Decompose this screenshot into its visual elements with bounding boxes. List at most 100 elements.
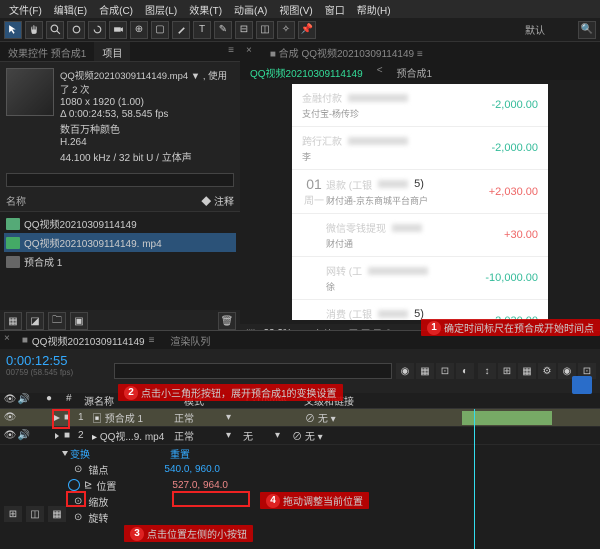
orbit-tool[interactable] — [67, 21, 85, 39]
tl-icon[interactable]: ⚙ — [538, 363, 556, 379]
layer-row-1[interactable]: 👁 ■ 1 ▣ 预合成 1 正常▾ ⊘ 无 ▾ — [0, 409, 600, 427]
timeline-footer: ⊞ ◫ ▦ — [4, 506, 66, 522]
puppet-tool[interactable]: 📌 — [298, 21, 316, 39]
menu-anim[interactable]: 动画(A) — [229, 2, 272, 17]
tl-icon[interactable]: ↕ — [478, 363, 496, 379]
tab-comp[interactable]: ■ 合成 QQ视频20210309114149 ≡ — [260, 42, 433, 62]
source-title: 数百万种颜色 — [60, 121, 234, 136]
project-item-comp[interactable]: QQ视频20210309114149 — [4, 214, 236, 233]
col-name[interactable]: 名称 — [6, 193, 201, 208]
breadcrumb-precomp[interactable]: 预合成1 — [387, 62, 443, 80]
tl-tab-comp[interactable]: ■ QQ视频20210309114149 ≡ — [14, 331, 163, 349]
project-item-precomp[interactable]: 预合成 1 — [4, 252, 236, 271]
breadcrumb-main[interactable]: QQ视频20210309114149 — [240, 62, 373, 80]
source-info: QQ视频20210309114149.mp4 ▼ , 使用了 2 次 1080 … — [0, 62, 240, 170]
layer-bar[interactable] — [462, 411, 552, 425]
annotation-1: 1确定时间标尺在预合成开始时间点 — [421, 319, 600, 336]
new-comp-icon[interactable]: ▣ — [70, 312, 88, 330]
item-label: QQ视频20210309114149 — [24, 216, 137, 231]
viewer-panel: × ■ 合成 QQ视频20210309114149 ≡ QQ视频20210309… — [240, 42, 600, 330]
menu-file[interactable]: 文件(F) — [4, 2, 47, 17]
depth-icon[interactable]: ◪ — [26, 312, 44, 330]
layer-row-2[interactable]: 👁🔊 ■ 2 ▸ QQ视...9. mp4 正常▾ 无▾ ⊘ 无 ▾ — [0, 427, 600, 445]
prop-rotation[interactable]: ⊙ 旋转 — [0, 509, 600, 525]
main-area: 效果控件 预合成1 项目 ≡ QQ视频20210309114149.mp4 ▼ … — [0, 42, 600, 330]
time-indicator[interactable] — [474, 409, 475, 549]
trash-icon[interactable]: 🗑 — [218, 312, 236, 330]
menubar: 文件(F) 编辑(E) 合成(C) 图层(L) 效果(T) 动画(A) 视图(V… — [0, 0, 600, 18]
tl-footer-btn[interactable]: ◫ — [26, 506, 44, 522]
annotation-2: 2点击小三角形按钮，展开预合成1的变换设置 — [118, 384, 343, 401]
zoom-tool[interactable] — [46, 21, 64, 39]
speaker-icon[interactable]: 🔊 — [18, 393, 30, 405]
item-label: 预合成 1 — [24, 254, 62, 269]
menu-layer[interactable]: 图层(L) — [140, 2, 182, 17]
project-tree: QQ视频20210309114149 QQ视频20210309114149. m… — [0, 212, 240, 310]
tl-icon[interactable]: ◉ — [396, 363, 414, 379]
source-res: 1080 x 1920 (1.00) — [60, 97, 234, 108]
project-search-row — [0, 170, 240, 190]
project-search[interactable] — [6, 173, 234, 187]
anchor-tool[interactable]: ⊕ — [130, 21, 148, 39]
tl-icon[interactable]: ▦ — [518, 363, 536, 379]
eye-icon[interactable]: 👁 — [4, 393, 16, 405]
tl-icon[interactable]: ▦ — [416, 363, 434, 379]
project-columns: 名称 ◆ 注释 — [0, 190, 240, 212]
snapshot-button[interactable] — [572, 376, 592, 394]
twirl-icon[interactable] — [52, 413, 62, 423]
selection-tool[interactable] — [4, 21, 22, 39]
stamp-tool[interactable]: ⊟ — [235, 21, 253, 39]
eraser-tool[interactable]: ◫ — [256, 21, 274, 39]
tab-effect-controls[interactable]: 效果控件 预合成1 — [0, 42, 94, 61]
menu-window[interactable]: 窗口 — [320, 2, 350, 17]
project-panel: 效果控件 预合成1 项目 ≡ QQ视频20210309114149.mp4 ▼ … — [0, 42, 240, 330]
comp-icon — [6, 256, 20, 268]
menu-effect[interactable]: 效果(T) — [184, 2, 227, 17]
composition-viewer[interactable]: 金融付款支付宝-杨传珍-2,000.00 跨行汇款李-2,000.00 01周一… — [240, 80, 600, 324]
menu-help[interactable]: 帮助(H) — [352, 2, 396, 17]
stopwatch-icon[interactable] — [68, 479, 80, 491]
transform-row[interactable]: 变换 重置 — [0, 445, 600, 461]
text-tool[interactable]: T — [193, 21, 211, 39]
comp-icon — [6, 218, 20, 230]
col-comment[interactable]: ◆ 注释 — [201, 193, 234, 208]
tl-icon[interactable]: ⊡ — [436, 363, 454, 379]
prop-anchor[interactable]: ⊙ 锚点 540.0, 960.0 — [0, 461, 600, 477]
search-icon[interactable]: 🔍 — [578, 21, 596, 39]
project-footer: ▦ ◪ 🗀 ▣ 🗑 — [0, 310, 240, 330]
current-time[interactable]: 0:00:12:55 00759 (58.545 fps) — [0, 349, 110, 393]
item-label: QQ视频20210309114149. mp4 — [24, 235, 162, 250]
tl-tab-render[interactable]: 渲染队列 — [162, 331, 218, 349]
new-folder-icon[interactable]: 🗀 — [48, 312, 66, 330]
preview-content: 金融付款支付宝-杨传珍-2,000.00 跨行汇款李-2,000.00 01周一… — [292, 84, 548, 320]
menu-view[interactable]: 视图(V) — [274, 2, 317, 17]
project-item-footage[interactable]: QQ视频20210309114149. mp4 — [4, 233, 236, 252]
viewer-tabs: × ■ 合成 QQ视频20210309114149 ≡ — [240, 42, 600, 62]
tl-footer-btn[interactable]: ▦ — [48, 506, 66, 522]
tl-icon[interactable]: ◐ — [456, 363, 474, 379]
menu-edit[interactable]: 编辑(E) — [49, 2, 92, 17]
workspace-default[interactable]: 默认 — [525, 22, 545, 37]
toolbar: ⊕ ▢ T ✎ ⊟ ◫ ✧ 📌 默认 🔍 — [0, 18, 600, 42]
roto-tool[interactable]: ✧ — [277, 21, 295, 39]
brush-tool[interactable]: ✎ — [214, 21, 232, 39]
rotate-tool[interactable] — [88, 21, 106, 39]
annotation-3: 3点击位置左侧的小按钮 — [124, 525, 253, 542]
shape-tool[interactable]: ▢ — [151, 21, 169, 39]
layer-search[interactable] — [114, 363, 392, 379]
source-codec: H.264 — [60, 137, 234, 148]
tl-icon[interactable]: ⊞ — [498, 363, 516, 379]
pen-tool[interactable] — [172, 21, 190, 39]
tab-project[interactable]: 项目 — [94, 42, 130, 61]
hand-tool[interactable] — [25, 21, 43, 39]
camera-tool[interactable] — [109, 21, 127, 39]
source-audio: 44.100 kHz / 32 bit U / 立体声 — [60, 149, 234, 164]
footage-icon — [6, 237, 20, 249]
bin-icon[interactable]: ▦ — [4, 312, 22, 330]
menu-comp[interactable]: 合成(C) — [94, 2, 138, 17]
timeline-panel: × ■ QQ视频20210309114149 ≡ 渲染队列 0:00:12:55… — [0, 330, 600, 524]
left-tabs: 效果控件 预合成1 项目 ≡ — [0, 42, 240, 62]
prop-position[interactable]: ⊵ 位置 527.0, 964.0 — [0, 477, 600, 493]
source-thumbnail — [6, 68, 54, 116]
tl-footer-btn[interactable]: ⊞ — [4, 506, 22, 522]
